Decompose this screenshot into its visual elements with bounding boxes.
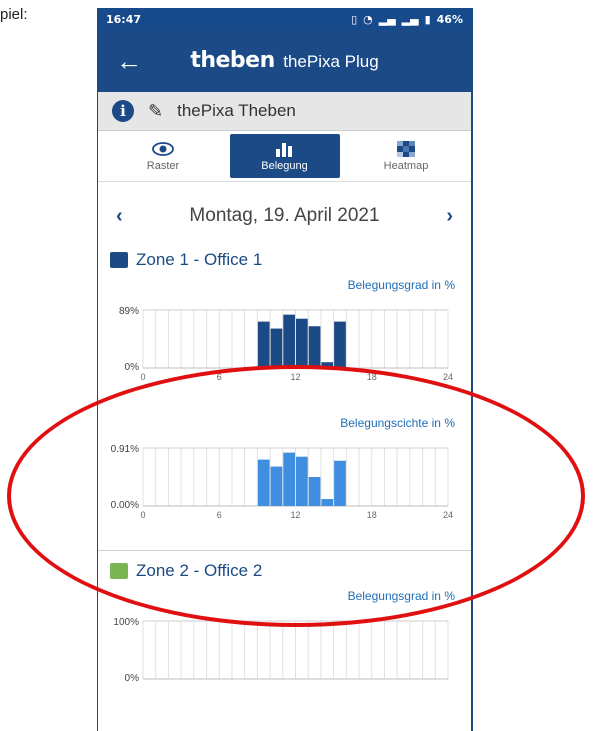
y-tick-label: 0.00% (111, 500, 139, 511)
y-tick-label: 89% (119, 306, 139, 317)
bar (283, 452, 295, 506)
chart-belegungsdichte-zone1: 0.91% 0.00% 0 6 12 18 24 (98, 436, 471, 536)
bar (296, 318, 308, 368)
vibrate-icon: ▯ (351, 12, 358, 26)
bar (334, 321, 346, 368)
x-tick-label: 24 (443, 372, 453, 382)
zone-1-title: Zone 1 - Office 1 (98, 250, 471, 270)
signal-icon: ▂▄ (378, 12, 396, 26)
tab-bar: Raster Belegung Heatmap (98, 131, 471, 182)
zone-2-title: Zone 2 - Office 2 (98, 561, 471, 581)
bar (296, 456, 308, 506)
zone-color-swatch (110, 252, 128, 268)
clock: 16:47 (106, 12, 142, 26)
date-navigator: ‹ Montag, 19. April 2021 › (98, 190, 471, 242)
bar (270, 328, 283, 368)
info-icon[interactable]: i (112, 100, 134, 122)
bar (283, 314, 295, 368)
tab-label: Belegung (261, 160, 308, 172)
x-tick-label: 12 (290, 510, 300, 520)
x-tick-label: 18 (367, 510, 377, 520)
chevron-left-icon[interactable]: ‹ (116, 205, 123, 228)
status-icons: ▯ ◔ ▂▄ ▂▄ ▮ 46% (351, 13, 463, 26)
divider (98, 550, 471, 551)
bar (270, 466, 283, 506)
device-name: thePixa Theben (177, 101, 296, 120)
chart-svg: 100% 0% (113, 617, 449, 684)
tab-label: Raster (146, 160, 180, 172)
bar (308, 477, 321, 506)
heatmap-icon (397, 141, 415, 157)
battery-icon: ▮ (424, 12, 431, 26)
chart-belegungsgrad-zone1: 89% 0% 0 6 12 18 24 (98, 298, 471, 398)
app-title: theben thePixa Plug (98, 48, 471, 73)
zone-name: Zone 2 - Office 2 (136, 561, 263, 580)
pencil-icon[interactable]: ✎ (148, 101, 163, 122)
document-caption: piel: (0, 6, 28, 23)
status-bar: 16:47 ▯ ◔ ▂▄ ▂▄ ▮ 46% (98, 8, 471, 30)
bar (321, 362, 334, 368)
bar (321, 499, 334, 506)
signal-icon: ▂▄ (401, 12, 419, 26)
app-bar: ← theben thePixa Plug (98, 30, 471, 92)
x-tick-label: 12 (290, 372, 300, 382)
y-tick-label: 0% (125, 362, 140, 373)
zone-color-swatch (110, 563, 128, 579)
bar (308, 326, 321, 368)
chart-title: Belegungscichte in % (340, 416, 455, 430)
zone-name: Zone 1 - Office 1 (136, 250, 263, 269)
chart-belegungsgrad-zone2: 100% 0% (98, 609, 471, 709)
chart-title: Belegungsgrad in % (347, 278, 455, 292)
tab-label: Heatmap (383, 160, 429, 172)
y-tick-label: 0.91% (111, 444, 139, 455)
chart-svg: 0.91% 0.00%0 6 12 18 24 (111, 444, 453, 520)
bar-chart-icon (275, 143, 292, 157)
battery-percent: 46% (436, 12, 463, 26)
x-tick-label: 0 (140, 510, 145, 520)
phone-screen: 16:47 ▯ ◔ ▂▄ ▂▄ ▮ 46% ← theben thePixa P… (97, 8, 473, 731)
chevron-right-icon[interactable]: › (446, 205, 453, 228)
tab-belegung[interactable]: Belegung (229, 134, 340, 178)
tab-heatmap[interactable]: Heatmap (351, 134, 461, 178)
bar (334, 460, 346, 506)
bar (257, 321, 270, 368)
device-bar: i ✎ thePixa Theben (98, 92, 471, 131)
brand-logo: theben (190, 48, 275, 73)
x-tick-label: 6 (217, 510, 222, 520)
y-tick-label: 0% (125, 673, 140, 684)
x-tick-label: 24 (443, 510, 453, 520)
product-name: thePixa Plug (283, 52, 379, 71)
chart-svg: 89% 0%0 6 12 18 24 (119, 306, 453, 382)
x-tick-label: 6 (217, 372, 222, 382)
eye-icon (152, 142, 174, 156)
tab-raster[interactable]: Raster (108, 134, 218, 178)
x-tick-label: 0 (140, 372, 145, 382)
bar (257, 459, 270, 506)
y-tick-label: 100% (113, 617, 139, 628)
date-label: Montag, 19. April 2021 (189, 205, 380, 226)
chart-title: Belegungsgrad in % (347, 589, 455, 603)
wifi-icon: ◔ (363, 12, 373, 26)
x-tick-label: 18 (367, 372, 377, 382)
